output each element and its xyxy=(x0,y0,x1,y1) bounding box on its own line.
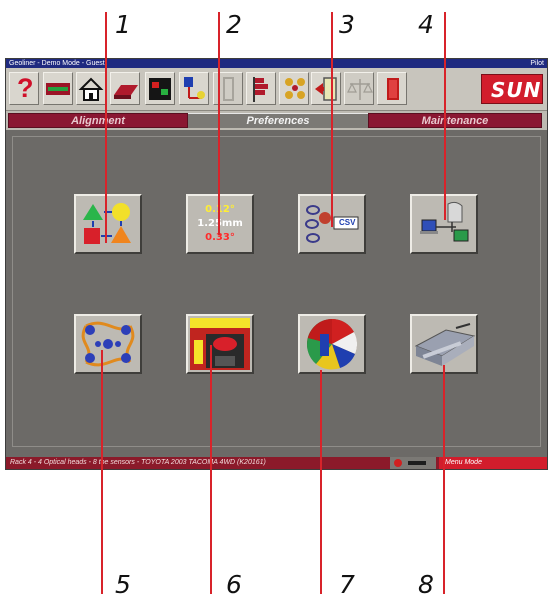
units-line-3: 0.33° xyxy=(205,232,235,243)
garage-icon xyxy=(190,318,250,370)
status-mode: Menu Mode xyxy=(439,457,547,469)
flags-icon xyxy=(253,77,268,102)
status-indicators xyxy=(390,457,436,469)
leader-line-7 xyxy=(320,370,322,594)
vehicle-specs-button[interactable] xyxy=(43,72,73,105)
callout-5: 5 xyxy=(115,570,131,599)
shapes-button[interactable] xyxy=(74,194,142,254)
brand-logo: SUN xyxy=(481,74,543,104)
help-button[interactable]: ? xyxy=(9,72,39,105)
print-button[interactable] xyxy=(377,72,407,105)
operator-icon xyxy=(394,459,402,467)
window-title-right: Pilot xyxy=(530,60,544,67)
csv-label: CSV xyxy=(339,218,356,227)
target-icon xyxy=(184,77,205,99)
tab-bar: Alignment Preferences Maintenance xyxy=(6,111,547,130)
alignment-rack-icon xyxy=(414,323,476,366)
preferences-panel: 0.12° 1.25mm 0.33° CSV xyxy=(12,136,541,447)
units-button[interactable]: 0.12° 1.25mm 0.33° xyxy=(186,194,254,254)
leader-line-1 xyxy=(105,12,107,243)
callout-8: 8 xyxy=(418,570,434,599)
balance-scale-button[interactable] xyxy=(344,72,374,105)
leader-line-3 xyxy=(331,12,333,227)
wheels-icon xyxy=(285,78,305,99)
tab-preferences[interactable]: Preferences xyxy=(188,113,368,128)
callout-1: 1 xyxy=(115,10,131,39)
print-icon xyxy=(387,78,399,100)
tab-maintenance[interactable]: Maintenance xyxy=(368,113,542,128)
units-line-2: 1.25mm xyxy=(192,217,248,231)
vehicle-specs-icon xyxy=(46,83,70,95)
leader-line-6 xyxy=(210,345,212,594)
home-button[interactable] xyxy=(76,72,106,105)
callout-7: 7 xyxy=(339,570,355,599)
shapes-icon xyxy=(83,203,131,244)
brand-logo-text: SUN xyxy=(491,78,542,102)
key-icon xyxy=(408,461,426,465)
target-button[interactable] xyxy=(179,72,209,105)
units-line-1: 0.12° xyxy=(205,204,235,215)
wheel-sensors-icon xyxy=(81,321,135,367)
leader-line-4 xyxy=(444,12,446,220)
units-readout: 0.12° 1.25mm 0.33° xyxy=(192,203,248,245)
language-flags-button[interactable] xyxy=(298,314,366,374)
garage-button[interactable] xyxy=(186,314,254,374)
wheels-button[interactable] xyxy=(279,72,309,105)
app-window: Geoliner - Demo Mode - Guest Pilot ? SUN… xyxy=(5,58,548,470)
tab-alignment[interactable]: Alignment xyxy=(8,113,188,128)
help-icon: ? xyxy=(17,73,34,103)
leader-line-5 xyxy=(101,350,103,594)
title-bar: Geoliner - Demo Mode - Guest Pilot xyxy=(6,59,547,68)
sensor-button[interactable] xyxy=(145,72,175,105)
exit-door-icon xyxy=(315,77,337,101)
procedure-button[interactable] xyxy=(110,72,140,105)
callout-3: 3 xyxy=(339,10,355,39)
balance-scale-icon xyxy=(347,79,373,100)
sensor-icon xyxy=(149,78,171,100)
window-title: Geoliner - Demo Mode - Guest xyxy=(9,60,105,67)
leader-line-8 xyxy=(443,365,445,594)
flags-button[interactable] xyxy=(246,72,276,105)
status-vehicle-info: Rack 4 - 4 Optical heads - 8 toe sensors… xyxy=(10,459,266,466)
callout-2: 2 xyxy=(226,10,242,39)
language-flags-icon xyxy=(307,318,358,370)
toolbar: ? SUN xyxy=(6,68,547,111)
home-icon xyxy=(78,77,104,101)
callout-6: 6 xyxy=(226,570,242,599)
status-bar: Rack 4 - 4 Optical heads - 8 toe sensors… xyxy=(6,457,547,469)
wheel-sensors-button[interactable] xyxy=(74,314,142,374)
procedure-icon xyxy=(114,85,138,99)
leader-line-2 xyxy=(218,12,220,235)
exit-door-button[interactable] xyxy=(311,72,341,105)
callout-4: 4 xyxy=(418,10,434,39)
